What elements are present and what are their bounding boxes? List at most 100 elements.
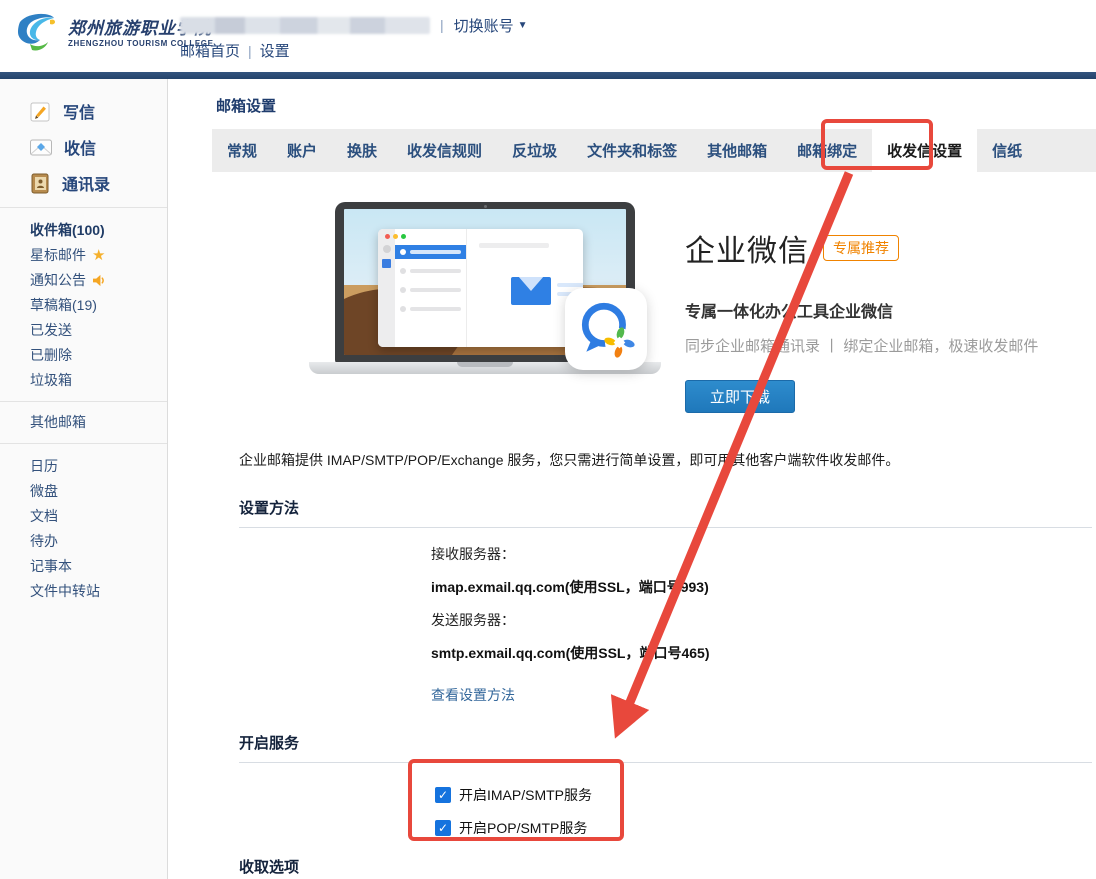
sidebar-item-spam[interactable]: 垃圾箱 — [0, 368, 167, 393]
download-now-button[interactable]: 立即下载 — [685, 380, 795, 413]
folder-label: 星标邮件 — [30, 247, 86, 264]
wecom-subtitle: 专属一体化办公工具企业微信 — [685, 298, 1038, 322]
tab-general[interactable]: 常规 — [212, 129, 272, 172]
speaker-icon — [92, 274, 107, 287]
receive-server-value: imap.exmail.qq.com(使用SSL，端口号993) — [431, 577, 1096, 597]
sidebar-item-calendar[interactable]: 日历 — [0, 454, 167, 479]
sidebar-item-inbox-check[interactable]: 收信 — [0, 129, 167, 165]
chevron-down-icon: ▼ — [518, 20, 528, 31]
tab-content: 企业微信 专属推荐 专属一体化办公工具企业微信 同步企业邮箱通讯录 丨 绑定企业… — [212, 198, 1096, 879]
page-title: 邮箱设置 — [216, 95, 1096, 116]
compose-icon — [30, 101, 51, 122]
traffic-light-dots — [385, 234, 406, 239]
pop-smtp-service-row[interactable]: ✓ 开启POP/SMTP服务 — [435, 818, 1096, 838]
account-area: | 切换账号 ▼ 邮箱首页 | 设置 — [180, 14, 528, 61]
sidebar-folder-section: 收件箱(100) 星标邮件 ★ 通知公告 草稿箱(19) 已 — [0, 208, 167, 402]
sidebar-apps-section: 日历 微盘 文档 待办 记事本 文件中转站 — [0, 444, 167, 614]
app-label: 日历 — [30, 458, 58, 475]
tab-skin[interactable]: 换肤 — [332, 129, 392, 172]
laptop-illustration — [309, 202, 661, 384]
section-fetch-options: 收取选项 — [239, 856, 1092, 879]
section-setup-method: 设置方法 — [239, 497, 1092, 528]
pop-smtp-checkbox[interactable]: ✓ — [435, 820, 451, 836]
folder-label: 其他邮箱 — [30, 414, 86, 431]
contacts-icon — [30, 173, 50, 194]
app-label: 微盘 — [30, 483, 58, 500]
folder-label: 垃圾箱 — [30, 372, 72, 389]
sidebar-item-label: 通讯录 — [62, 171, 110, 195]
header: 郑州旅游职业学院 ZHENGZHOU TOURISM COLLEGE | 切换账… — [0, 0, 1096, 72]
pop-smtp-label: 开启POP/SMTP服务 — [459, 818, 587, 838]
wecom-app-icon — [565, 288, 647, 370]
sidebar-item-contacts[interactable]: 通讯录 — [0, 165, 167, 201]
tab-account[interactable]: 账户 — [272, 129, 332, 172]
wecom-description: 同步企业邮箱通讯录 丨 绑定企业邮箱，极速收发邮件 — [685, 335, 1038, 356]
sidebar-compose-section: 写信 收信 通讯录 — [0, 89, 167, 208]
app-label: 文档 — [30, 508, 58, 525]
sidebar-item-starred[interactable]: 星标邮件 ★ — [0, 243, 167, 268]
wecom-promo-banner: 企业微信 专属推荐 专属一体化办公工具企业微信 同步企业邮箱通讯录 丨 绑定企业… — [239, 198, 1096, 414]
folder-label: 通知公告 — [30, 272, 86, 289]
main-content: 邮箱设置 常规 账户 换肤 收发信规则 反垃圾 文件夹和标签 其他邮箱 邮箱绑定… — [168, 79, 1096, 879]
send-server-label: 发送服务器： — [431, 610, 1096, 630]
sidebar-other-section: 其他邮箱 — [0, 402, 167, 444]
star-icon: ★ — [92, 249, 105, 263]
sidebar-item-inbox[interactable]: 收件箱(100) — [0, 218, 167, 243]
tab-mail-rules[interactable]: 收发信规则 — [392, 129, 497, 172]
sidebar-item-sent[interactable]: 已发送 — [0, 318, 167, 343]
settings-link[interactable]: 设置 — [260, 40, 290, 61]
mail-app-window — [378, 229, 583, 347]
sidebar-item-compose[interactable]: 写信 — [0, 93, 167, 129]
section-enable-service: 开启服务 — [239, 732, 1092, 763]
switch-account-label: 切换账号 — [454, 15, 514, 36]
sidebar-item-drafts[interactable]: 草稿箱(19) — [0, 293, 167, 318]
server-settings-block: 接收服务器： imap.exmail.qq.com(使用SSL，端口号993) … — [431, 544, 1096, 663]
app-label: 记事本 — [30, 558, 72, 575]
exclusive-badge: 专属推荐 — [823, 235, 899, 261]
college-logo-icon — [10, 8, 62, 60]
header-divider-bar — [0, 72, 1096, 79]
app-label: 文件中转站 — [30, 583, 100, 600]
tab-send-receive-settings[interactable]: 收发信设置 — [872, 129, 977, 172]
receive-server-label: 接收服务器： — [431, 544, 1096, 564]
folder-label: 已发送 — [30, 322, 72, 339]
sidebar-item-weidrive[interactable]: 微盘 — [0, 479, 167, 504]
sidebar: 写信 收信 通讯录 — [0, 79, 168, 879]
imap-smtp-service-row[interactable]: ✓ 开启IMAP/SMTP服务 — [435, 785, 1096, 805]
envelope-icon — [511, 277, 551, 305]
header-nav-separator: | — [248, 43, 252, 59]
sidebar-item-label: 收信 — [64, 135, 96, 159]
send-server-value: smtp.exmail.qq.com(使用SSL，端口号465) — [431, 643, 1096, 663]
switch-account-link[interactable]: 切换账号 ▼ — [454, 15, 528, 36]
tab-other-mailbox[interactable]: 其他邮箱 — [692, 129, 782, 172]
folder-label: 已删除 — [30, 347, 72, 364]
service-intro-text: 企业邮箱提供 IMAP/SMTP/POP/Exchange 服务，您只需进行简单… — [239, 450, 1096, 470]
sidebar-item-deleted[interactable]: 已删除 — [0, 343, 167, 368]
mail-icon — [30, 139, 52, 156]
tab-mailbox-binding[interactable]: 邮箱绑定 — [782, 129, 872, 172]
sidebar-item-announcements[interactable]: 通知公告 — [0, 268, 167, 293]
view-setup-method-link[interactable]: 查看设置方法 — [431, 685, 515, 705]
wecom-title: 企业微信 — [685, 226, 809, 270]
sidebar-item-todo[interactable]: 待办 — [0, 529, 167, 554]
check-icon: ✓ — [438, 821, 448, 835]
mailbox-home-link[interactable]: 邮箱首页 — [180, 40, 240, 61]
sidebar-item-docs[interactable]: 文档 — [0, 504, 167, 529]
account-email-redacted — [180, 17, 430, 34]
check-icon: ✓ — [438, 788, 448, 802]
tab-stationery[interactable]: 信纸 — [977, 129, 1037, 172]
imap-smtp-label: 开启IMAP/SMTP服务 — [459, 785, 592, 805]
tab-antispam[interactable]: 反垃圾 — [497, 129, 572, 172]
folder-label: 草稿箱(19) — [30, 297, 97, 314]
sidebar-item-label: 写信 — [63, 99, 95, 123]
sidebar-item-file-transfer[interactable]: 文件中转站 — [0, 579, 167, 604]
sidebar-item-notebook[interactable]: 记事本 — [0, 554, 167, 579]
folder-label: 收件箱(100) — [30, 222, 105, 239]
sidebar-item-other-mailbox[interactable]: 其他邮箱 — [0, 410, 167, 435]
webmail-settings-page: 郑州旅游职业学院 ZHENGZHOU TOURISM COLLEGE | 切换账… — [0, 0, 1096, 879]
header-separator: | — [440, 17, 444, 33]
tab-folders-labels[interactable]: 文件夹和标签 — [572, 129, 692, 172]
imap-smtp-checkbox[interactable]: ✓ — [435, 787, 451, 803]
wecom-promo-text: 企业微信 专属推荐 专属一体化办公工具企业微信 同步企业邮箱通讯录 丨 绑定企业… — [685, 226, 1038, 413]
service-toggle-group: ✓ 开启IMAP/SMTP服务 ✓ 开启POP/SMTP服务 — [435, 785, 1096, 838]
